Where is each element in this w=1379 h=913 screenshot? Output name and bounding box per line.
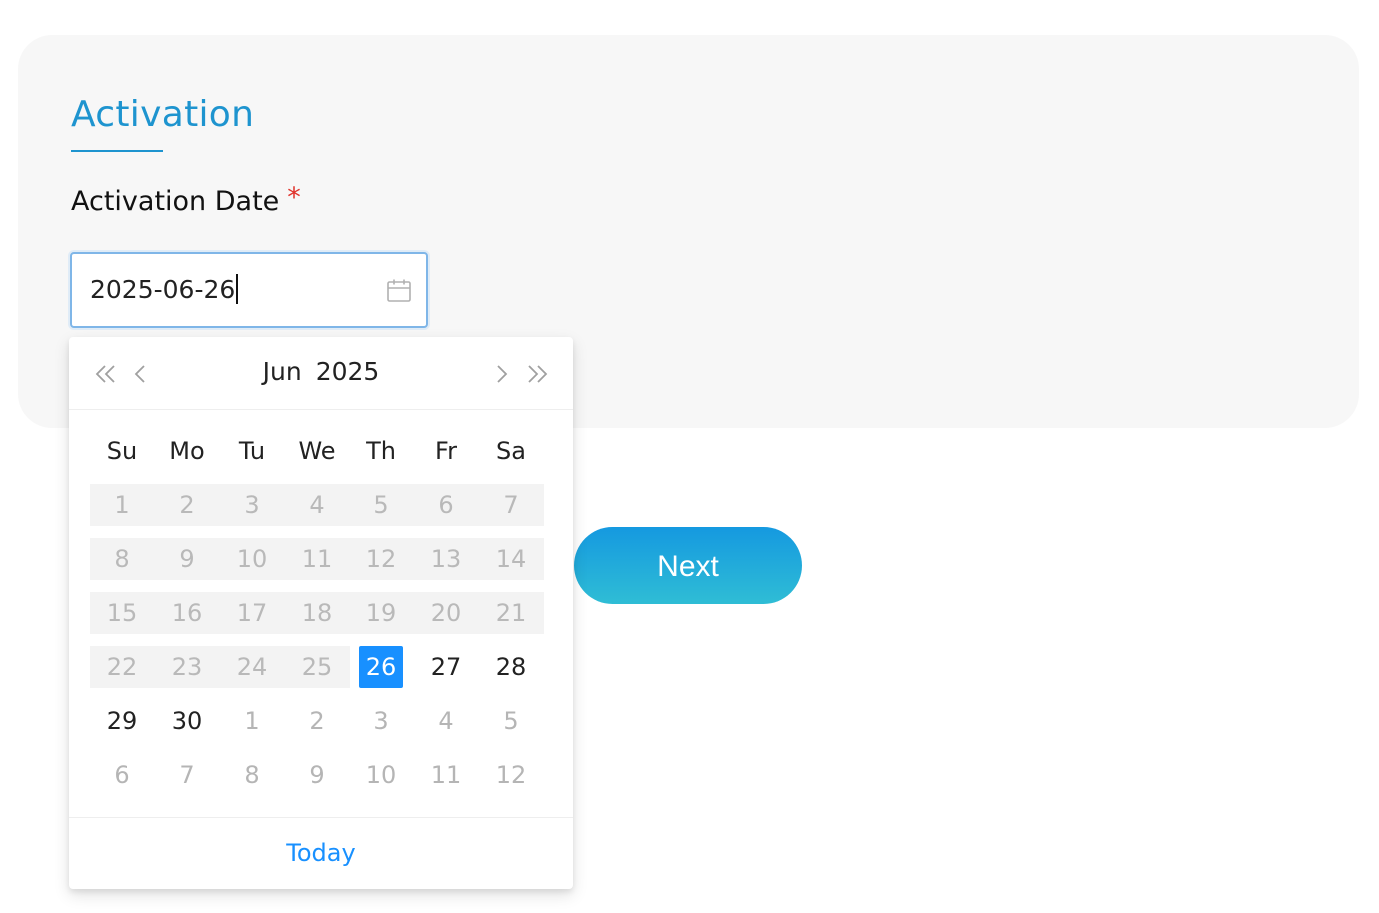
day-cell: 5: [373, 491, 389, 519]
day-cell: 24: [236, 653, 268, 681]
day-cell: 9: [179, 545, 195, 573]
weekday-header: Tu: [238, 437, 266, 465]
chevron-right-icon[interactable]: [487, 359, 517, 389]
day-cell: 11: [301, 545, 333, 573]
day-cell[interactable]: 11: [424, 754, 468, 796]
picker-footer: Today: [69, 817, 573, 890]
weekday-header: Mo: [169, 437, 205, 465]
date-input-value-wrap: 2025-06-26: [90, 273, 239, 307]
day-cell: 25: [301, 653, 333, 681]
day-cell[interactable]: 30: [165, 700, 209, 742]
day-cell: 2: [179, 491, 195, 519]
day-cell: 21: [495, 599, 527, 627]
day-cell: 8: [114, 545, 130, 573]
day-cell[interactable]: 8: [230, 754, 274, 796]
day-cell: 23: [171, 653, 203, 681]
day-cell: 3: [244, 491, 260, 519]
field-label-text: Activation Date: [71, 186, 280, 217]
day-cell: 7: [503, 491, 519, 519]
day-cell[interactable]: 6: [100, 754, 144, 796]
day-cell[interactable]: 2: [295, 700, 339, 742]
day-cell: 20: [430, 599, 462, 627]
day-cell[interactable]: 5: [489, 700, 533, 742]
day-cell[interactable]: 3: [359, 700, 403, 742]
day-cell: 6: [438, 491, 454, 519]
calendar-icon[interactable]: [386, 278, 412, 304]
day-cell[interactable]: 9: [295, 754, 339, 796]
selected-day-cell[interactable]: 26: [359, 646, 403, 688]
day-cell[interactable]: 27: [424, 646, 468, 688]
year-select[interactable]: 2025: [316, 357, 380, 386]
activation-date-input[interactable]: 2025-06-26: [70, 252, 428, 328]
today-button[interactable]: Today: [69, 836, 573, 870]
day-cell: 4: [309, 491, 325, 519]
day-cell[interactable]: 7: [165, 754, 209, 796]
date-input-value: 2025-06-26: [90, 275, 236, 304]
day-cell[interactable]: 28: [489, 646, 533, 688]
required-mark: *: [287, 182, 301, 213]
section-title: Activation: [71, 94, 255, 135]
double-chevron-right-icon[interactable]: [522, 359, 552, 389]
day-cell[interactable]: 10: [359, 754, 403, 796]
day-cell: 19: [365, 599, 397, 627]
day-cell[interactable]: 4: [424, 700, 468, 742]
day-cell[interactable]: 29: [100, 700, 144, 742]
title-underline: [71, 150, 163, 152]
picker-header: Jun 2025: [69, 337, 573, 410]
month-select[interactable]: Jun: [263, 357, 302, 386]
day-cell: 18: [301, 599, 333, 627]
day-cell: 22: [106, 653, 138, 681]
weekday-header: Th: [366, 437, 396, 465]
text-caret: [236, 274, 239, 304]
day-cell: 13: [430, 545, 462, 573]
weekday-header: We: [298, 437, 336, 465]
day-cell: 15: [106, 599, 138, 627]
day-cell: 16: [171, 599, 203, 627]
day-cell[interactable]: 1: [230, 700, 274, 742]
weekday-header: Sa: [496, 437, 526, 465]
field-label: Activation Date *: [71, 182, 301, 220]
weekday-header: Fr: [435, 437, 457, 465]
day-cell: 12: [365, 545, 397, 573]
day-cell: 14: [495, 545, 527, 573]
weekday-header: Su: [106, 437, 138, 465]
day-cell: 10: [236, 545, 268, 573]
next-button[interactable]: Next: [574, 527, 802, 604]
day-cell: 1: [114, 491, 130, 519]
day-cell: 17: [236, 599, 268, 627]
day-cell[interactable]: 12: [489, 754, 533, 796]
